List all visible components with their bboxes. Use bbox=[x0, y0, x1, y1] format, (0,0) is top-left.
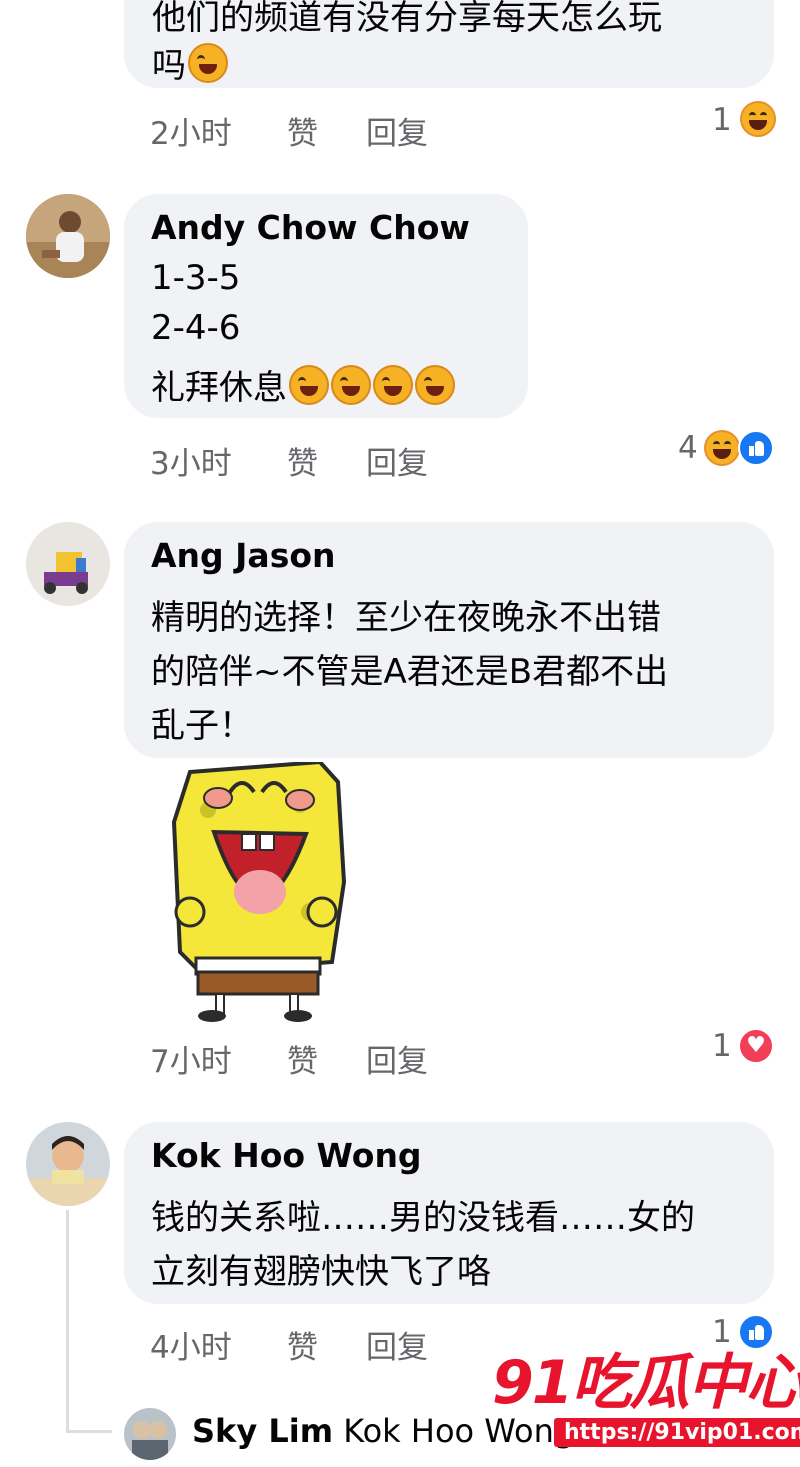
reply-button[interactable]: 回复 bbox=[366, 108, 428, 153]
comment-bubble: Kok Hoo Wong 钱的关系啦……男的没钱看……女的 立刻有翅膀快快飞了咯 bbox=[124, 1122, 774, 1304]
avatar-photo bbox=[124, 1408, 176, 1460]
love-reaction-icon[interactable] bbox=[738, 1028, 774, 1064]
spongebob-laughing-sticker[interactable] bbox=[150, 759, 350, 1022]
rolling-laughing-emoji-icon bbox=[289, 365, 329, 405]
haha-reaction-icon[interactable] bbox=[740, 101, 776, 137]
comment-text-line: 他们的频道有没有分享每天怎么玩 bbox=[152, 0, 662, 38]
reply-author[interactable]: Sky Lim bbox=[192, 1412, 333, 1450]
comment-timestamp: 3小时 bbox=[150, 446, 232, 482]
reaction-count[interactable]: 4 bbox=[678, 430, 698, 466]
rolling-laughing-emoji-icon bbox=[331, 365, 371, 405]
rolling-laughing-emoji-icon bbox=[373, 365, 413, 405]
comment-text-line: 钱的关系啦……男的没钱看……女的 bbox=[151, 1198, 695, 1238]
reply-button[interactable]: 回复 bbox=[366, 438, 428, 483]
avatar-photo bbox=[26, 1122, 110, 1206]
avatar[interactable] bbox=[26, 522, 110, 606]
comment-text-line: 1-3-5 bbox=[151, 258, 241, 298]
watermark: 91吃瓜中心 https://91vip01.com bbox=[488, 1338, 800, 1458]
haha-reaction-icon[interactable] bbox=[704, 430, 740, 466]
comment-author[interactable]: Andy Chow Chow bbox=[151, 208, 470, 247]
avatar-photo bbox=[26, 522, 110, 606]
comment-text-line: 乱子！ bbox=[151, 706, 253, 746]
reply-thread-line bbox=[66, 1210, 69, 1432]
like-button[interactable]: 赞 bbox=[287, 1036, 318, 1081]
comment-bubble: Ang Jason 精明的选择！至少在夜晚永不出错 的陪伴~不管是A君还是B君都… bbox=[124, 522, 774, 758]
watermark-url: https://91vip01.com bbox=[554, 1418, 800, 1447]
reply-button[interactable]: 回复 bbox=[366, 1322, 428, 1367]
rolling-laughing-emoji-icon bbox=[415, 365, 455, 405]
avatar[interactable] bbox=[124, 1408, 176, 1460]
avatar[interactable] bbox=[26, 1122, 110, 1206]
comment-timestamp: 7小时 bbox=[150, 1044, 232, 1080]
reaction-count[interactable]: 1 bbox=[712, 1028, 732, 1064]
like-button[interactable]: 赞 bbox=[287, 1322, 318, 1367]
comment-timestamp: 4小时 bbox=[150, 1330, 232, 1366]
comment-bubble: 他们的频道有没有分享每天怎么玩 吗 bbox=[124, 0, 774, 88]
comment-text-line: 精明的选择！至少在夜晚永不出错 bbox=[151, 598, 661, 638]
reaction-count[interactable]: 1 bbox=[712, 102, 732, 138]
watermark-logo: 91吃瓜中心 bbox=[492, 1348, 800, 1418]
comment-text-line: 礼拜休息 bbox=[151, 360, 455, 409]
like-button[interactable]: 赞 bbox=[287, 438, 318, 483]
comment-text-line: 2-4-6 bbox=[151, 308, 241, 348]
avatar-photo bbox=[26, 194, 110, 278]
like-reaction-icon[interactable] bbox=[738, 430, 774, 466]
reply-button[interactable]: 回复 bbox=[366, 1036, 428, 1081]
comment-text-line: 吗 bbox=[152, 38, 228, 87]
rolling-laughing-emoji-icon bbox=[188, 43, 228, 83]
comment-text-line: 的陪伴~不管是A君还是B君都不出 bbox=[151, 652, 669, 692]
comment-text-line: 立刻有翅膀快快飞了咯 bbox=[151, 1252, 491, 1292]
comment-bubble: Andy Chow Chow 1-3-5 2-4-6 礼拜休息 bbox=[124, 194, 528, 418]
comment-author[interactable]: Kok Hoo Wong bbox=[151, 1136, 422, 1175]
reply-thread-line bbox=[66, 1430, 112, 1433]
comment-timestamp: 2小时 bbox=[150, 116, 232, 152]
comment-author[interactable]: Ang Jason bbox=[151, 536, 336, 575]
avatar[interactable] bbox=[26, 194, 110, 278]
like-button[interactable]: 赞 bbox=[287, 108, 318, 153]
